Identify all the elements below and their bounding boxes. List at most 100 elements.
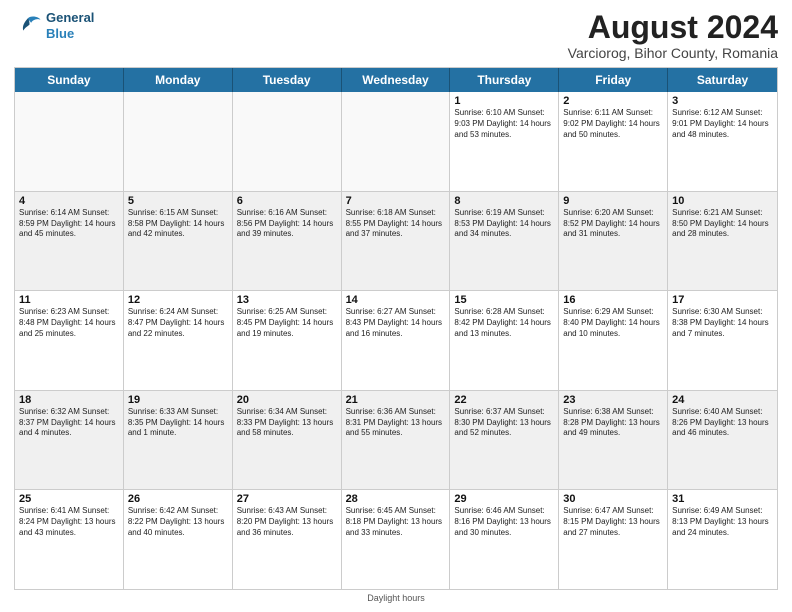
cal-cell: 28Sunrise: 6:45 AM Sunset: 8:18 PM Dayli… xyxy=(342,490,451,589)
page: General Blue August 2024 Varciorog, Biho… xyxy=(0,0,792,612)
day-info: Sunrise: 6:47 AM Sunset: 8:15 PM Dayligh… xyxy=(563,506,663,538)
cal-cell: 23Sunrise: 6:38 AM Sunset: 8:28 PM Dayli… xyxy=(559,391,668,490)
day-number: 17 xyxy=(672,294,773,306)
day-number: 21 xyxy=(346,394,446,406)
day-number: 14 xyxy=(346,294,446,306)
cal-cell: 3Sunrise: 6:12 AM Sunset: 9:01 PM Daylig… xyxy=(668,92,777,191)
day-info: Sunrise: 6:12 AM Sunset: 9:01 PM Dayligh… xyxy=(672,108,773,140)
cal-cell: 29Sunrise: 6:46 AM Sunset: 8:16 PM Dayli… xyxy=(450,490,559,589)
cal-cell: 26Sunrise: 6:42 AM Sunset: 8:22 PM Dayli… xyxy=(124,490,233,589)
header: General Blue August 2024 Varciorog, Biho… xyxy=(14,10,778,61)
day-info: Sunrise: 6:38 AM Sunset: 8:28 PM Dayligh… xyxy=(563,407,663,439)
cal-cell: 25Sunrise: 6:41 AM Sunset: 8:24 PM Dayli… xyxy=(15,490,124,589)
calendar-body: 1Sunrise: 6:10 AM Sunset: 9:03 PM Daylig… xyxy=(15,92,777,589)
cal-cell: 15Sunrise: 6:28 AM Sunset: 8:42 PM Dayli… xyxy=(450,291,559,390)
cal-cell: 20Sunrise: 6:34 AM Sunset: 8:33 PM Dayli… xyxy=(233,391,342,490)
cal-header-cell: Sunday xyxy=(15,68,124,92)
day-info: Sunrise: 6:36 AM Sunset: 8:31 PM Dayligh… xyxy=(346,407,446,439)
day-number: 25 xyxy=(19,493,119,505)
day-number: 18 xyxy=(19,394,119,406)
cal-cell: 5Sunrise: 6:15 AM Sunset: 8:58 PM Daylig… xyxy=(124,192,233,291)
day-info: Sunrise: 6:24 AM Sunset: 8:47 PM Dayligh… xyxy=(128,307,228,339)
cal-cell xyxy=(124,92,233,191)
cal-cell: 12Sunrise: 6:24 AM Sunset: 8:47 PM Dayli… xyxy=(124,291,233,390)
cal-week: 11Sunrise: 6:23 AM Sunset: 8:48 PM Dayli… xyxy=(15,291,777,391)
cal-cell: 13Sunrise: 6:25 AM Sunset: 8:45 PM Dayli… xyxy=(233,291,342,390)
cal-cell: 10Sunrise: 6:21 AM Sunset: 8:50 PM Dayli… xyxy=(668,192,777,291)
cal-header-cell: Saturday xyxy=(668,68,777,92)
cal-cell: 4Sunrise: 6:14 AM Sunset: 8:59 PM Daylig… xyxy=(15,192,124,291)
cal-cell: 19Sunrise: 6:33 AM Sunset: 8:35 PM Dayli… xyxy=(124,391,233,490)
day-info: Sunrise: 6:20 AM Sunset: 8:52 PM Dayligh… xyxy=(563,208,663,240)
day-info: Sunrise: 6:37 AM Sunset: 8:30 PM Dayligh… xyxy=(454,407,554,439)
day-info: Sunrise: 6:21 AM Sunset: 8:50 PM Dayligh… xyxy=(672,208,773,240)
cal-header-cell: Monday xyxy=(124,68,233,92)
day-number: 22 xyxy=(454,394,554,406)
cal-header-cell: Wednesday xyxy=(342,68,451,92)
day-number: 27 xyxy=(237,493,337,505)
logo-icon xyxy=(14,12,42,40)
cal-cell: 11Sunrise: 6:23 AM Sunset: 8:48 PM Dayli… xyxy=(15,291,124,390)
day-info: Sunrise: 6:19 AM Sunset: 8:53 PM Dayligh… xyxy=(454,208,554,240)
day-number: 29 xyxy=(454,493,554,505)
day-info: Sunrise: 6:10 AM Sunset: 9:03 PM Dayligh… xyxy=(454,108,554,140)
day-info: Sunrise: 6:41 AM Sunset: 8:24 PM Dayligh… xyxy=(19,506,119,538)
day-info: Sunrise: 6:16 AM Sunset: 8:56 PM Dayligh… xyxy=(237,208,337,240)
day-number: 30 xyxy=(563,493,663,505)
cal-cell: 2Sunrise: 6:11 AM Sunset: 9:02 PM Daylig… xyxy=(559,92,668,191)
day-number: 8 xyxy=(454,195,554,207)
cal-header-cell: Friday xyxy=(559,68,668,92)
subtitle: Varciorog, Bihor County, Romania xyxy=(568,45,778,61)
cal-cell: 22Sunrise: 6:37 AM Sunset: 8:30 PM Dayli… xyxy=(450,391,559,490)
day-info: Sunrise: 6:27 AM Sunset: 8:43 PM Dayligh… xyxy=(346,307,446,339)
day-number: 23 xyxy=(563,394,663,406)
day-number: 13 xyxy=(237,294,337,306)
day-number: 1 xyxy=(454,95,554,107)
day-number: 4 xyxy=(19,195,119,207)
day-info: Sunrise: 6:28 AM Sunset: 8:42 PM Dayligh… xyxy=(454,307,554,339)
calendar-header-row: SundayMondayTuesdayWednesdayThursdayFrid… xyxy=(15,68,777,92)
day-number: 7 xyxy=(346,195,446,207)
cal-cell: 30Sunrise: 6:47 AM Sunset: 8:15 PM Dayli… xyxy=(559,490,668,589)
cal-cell: 27Sunrise: 6:43 AM Sunset: 8:20 PM Dayli… xyxy=(233,490,342,589)
day-info: Sunrise: 6:15 AM Sunset: 8:58 PM Dayligh… xyxy=(128,208,228,240)
day-number: 16 xyxy=(563,294,663,306)
day-number: 28 xyxy=(346,493,446,505)
day-number: 31 xyxy=(672,493,773,505)
day-number: 20 xyxy=(237,394,337,406)
day-info: Sunrise: 6:46 AM Sunset: 8:16 PM Dayligh… xyxy=(454,506,554,538)
title-block: August 2024 Varciorog, Bihor County, Rom… xyxy=(568,10,778,61)
cal-cell: 24Sunrise: 6:40 AM Sunset: 8:26 PM Dayli… xyxy=(668,391,777,490)
day-info: Sunrise: 6:49 AM Sunset: 8:13 PM Dayligh… xyxy=(672,506,773,538)
cal-week: 25Sunrise: 6:41 AM Sunset: 8:24 PM Dayli… xyxy=(15,490,777,589)
day-number: 19 xyxy=(128,394,228,406)
cal-header-cell: Tuesday xyxy=(233,68,342,92)
cal-cell xyxy=(233,92,342,191)
logo-text: General Blue xyxy=(46,10,94,41)
cal-cell: 9Sunrise: 6:20 AM Sunset: 8:52 PM Daylig… xyxy=(559,192,668,291)
day-info: Sunrise: 6:43 AM Sunset: 8:20 PM Dayligh… xyxy=(237,506,337,538)
logo: General Blue xyxy=(14,10,94,41)
day-number: 12 xyxy=(128,294,228,306)
cal-cell: 1Sunrise: 6:10 AM Sunset: 9:03 PM Daylig… xyxy=(450,92,559,191)
day-info: Sunrise: 6:32 AM Sunset: 8:37 PM Dayligh… xyxy=(19,407,119,439)
day-number: 9 xyxy=(563,195,663,207)
day-info: Sunrise: 6:40 AM Sunset: 8:26 PM Dayligh… xyxy=(672,407,773,439)
cal-header-cell: Thursday xyxy=(450,68,559,92)
day-info: Sunrise: 6:29 AM Sunset: 8:40 PM Dayligh… xyxy=(563,307,663,339)
logo-line2: Blue xyxy=(46,26,94,42)
day-number: 11 xyxy=(19,294,119,306)
cal-cell: 21Sunrise: 6:36 AM Sunset: 8:31 PM Dayli… xyxy=(342,391,451,490)
day-info: Sunrise: 6:33 AM Sunset: 8:35 PM Dayligh… xyxy=(128,407,228,439)
cal-cell: 7Sunrise: 6:18 AM Sunset: 8:55 PM Daylig… xyxy=(342,192,451,291)
day-info: Sunrise: 6:34 AM Sunset: 8:33 PM Dayligh… xyxy=(237,407,337,439)
day-info: Sunrise: 6:14 AM Sunset: 8:59 PM Dayligh… xyxy=(19,208,119,240)
cal-cell xyxy=(342,92,451,191)
cal-cell: 17Sunrise: 6:30 AM Sunset: 8:38 PM Dayli… xyxy=(668,291,777,390)
day-number: 15 xyxy=(454,294,554,306)
calendar: SundayMondayTuesdayWednesdayThursdayFrid… xyxy=(14,67,778,590)
cal-cell: 18Sunrise: 6:32 AM Sunset: 8:37 PM Dayli… xyxy=(15,391,124,490)
day-info: Sunrise: 6:45 AM Sunset: 8:18 PM Dayligh… xyxy=(346,506,446,538)
day-number: 26 xyxy=(128,493,228,505)
day-number: 3 xyxy=(672,95,773,107)
